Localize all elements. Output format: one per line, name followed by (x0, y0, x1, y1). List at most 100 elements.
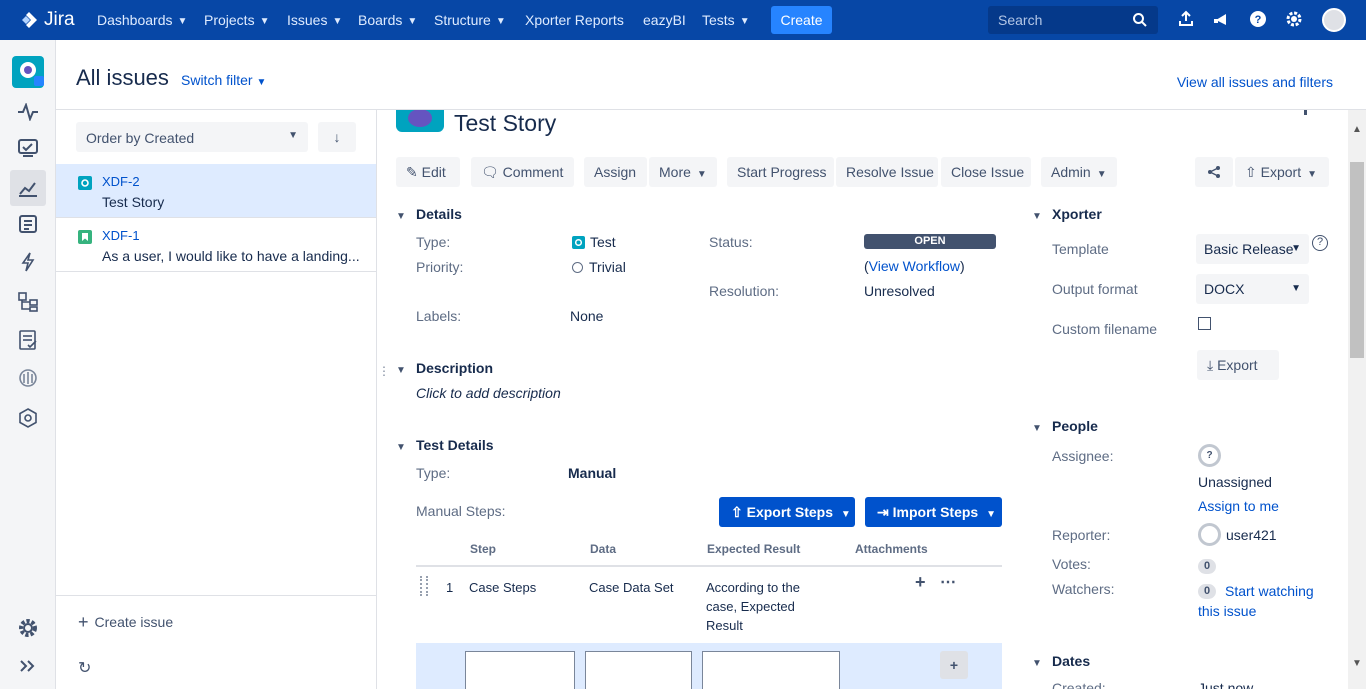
view-all-issues-link[interactable]: View all issues and filters (1177, 74, 1333, 90)
arrow-down-icon: ↓ (333, 129, 341, 145)
lightning-icon[interactable] (16, 250, 40, 274)
details-heading: Details (416, 206, 462, 222)
top-navigation: Jira Dashboards ▼ Projects ▼ Issues ▼ Board… (0, 0, 1366, 40)
resolution-label: Resolution: (709, 283, 780, 299)
refresh-icon[interactable]: ↻ (78, 658, 91, 678)
user-avatar[interactable] (1322, 8, 1346, 32)
import-steps-button[interactable]: ⇥ Import Steps ▼ (865, 497, 1002, 527)
people-section-toggle[interactable]: ▼ People (1032, 418, 1098, 434)
start-watching-link[interactable]: Start watching this issue (1198, 581, 1323, 621)
step-action[interactable]: Case Steps (469, 578, 579, 597)
output-format-select[interactable]: DOCX ▼ (1196, 274, 1309, 304)
chevron-down-icon: ▼ (1291, 243, 1301, 254)
hexagon-icon[interactable] (16, 406, 40, 430)
more-options-icon[interactable]: ⋯ (940, 572, 956, 592)
issue-title[interactable]: Test Story (454, 110, 556, 137)
new-step-expected-input[interactable] (702, 651, 840, 689)
custom-filename-label: Custom filename (1052, 321, 1158, 337)
more-actions-icon[interactable] (1304, 110, 1307, 115)
priority-label: Priority: (416, 259, 464, 275)
order-by-select[interactable]: Order by Created ▼ (76, 122, 308, 152)
scroll-down-icon[interactable]: ▼ (1352, 658, 1362, 669)
nav-boards[interactable]: Boards ▼ (358, 12, 417, 28)
export-steps-button[interactable]: ⇧ Export Steps ▼ (719, 497, 855, 527)
step-expected-result[interactable]: According to the case, Expected Result (706, 578, 821, 635)
view-workflow-link[interactable]: View Workflow (869, 258, 960, 274)
close-issue-button[interactable]: Close Issue (941, 157, 1031, 187)
project-avatar[interactable] (12, 56, 44, 88)
admin-button[interactable]: Admin ▼ (1041, 157, 1117, 187)
notifications-icon[interactable] (1213, 10, 1231, 28)
new-step-action-input[interactable] (465, 651, 575, 689)
start-progress-button[interactable]: Start Progress (727, 157, 834, 187)
nav-dashboards-label: Dashboards (97, 12, 173, 28)
nav-tests[interactable]: Tests ▼ (702, 12, 750, 28)
priority-value-text: Trivial (589, 259, 626, 275)
chevron-down-icon: ▼ (1032, 658, 1042, 669)
test-details-section-toggle[interactable]: ▼ Test Details (396, 437, 494, 453)
help-icon[interactable]: ? (1312, 235, 1328, 251)
test-type-icon (78, 176, 92, 190)
resolve-issue-button[interactable]: Resolve Issue (836, 157, 938, 187)
nav-eazybi[interactable]: eazyBI (643, 12, 686, 28)
more-button[interactable]: More ▼ (649, 157, 717, 187)
svg-text:?: ? (1255, 14, 1262, 26)
help-icon[interactable]: ? (1249, 10, 1267, 28)
scrollbar-thumb[interactable] (1350, 162, 1364, 358)
reporter-value[interactable]: user421 (1226, 527, 1277, 543)
create-button[interactable]: Create (771, 6, 832, 34)
add-step-button[interactable]: + (940, 651, 968, 679)
dates-section-toggle[interactable]: ▼ Dates (1032, 653, 1090, 669)
assignee-value: Unassigned (1198, 474, 1272, 490)
export-dropdown-button[interactable]: ⇧ Export ▼ (1235, 157, 1329, 187)
sort-direction-button[interactable]: ↓ (318, 122, 356, 152)
scroll-up-icon[interactable]: ▲ (1352, 124, 1362, 135)
nav-issues[interactable]: Issues ▼ (287, 12, 342, 28)
assign-to-me-link[interactable]: Assign to me (1198, 498, 1279, 514)
settings-icon[interactable] (1285, 10, 1303, 28)
assign-button[interactable]: Assign (584, 157, 647, 187)
labels-value[interactable]: None (570, 308, 603, 324)
template-select[interactable]: Basic Release ▼ (1196, 234, 1309, 264)
issues-icon[interactable] (16, 136, 40, 160)
share-button[interactable] (1195, 157, 1233, 187)
nav-xporter-reports[interactable]: Xporter Reports (525, 12, 624, 28)
jira-logo[interactable]: Jira (20, 9, 75, 31)
votes-count[interactable]: 0 (1198, 556, 1217, 574)
checklist-icon[interactable] (16, 328, 40, 352)
switch-filter-link[interactable]: Switch filter ▼ (181, 72, 266, 88)
details-section-toggle[interactable]: ▼ Details (396, 206, 462, 222)
structure-icon[interactable] (16, 290, 40, 314)
xporter-section-toggle[interactable]: ▼ Xporter (1032, 206, 1102, 222)
edit-button[interactable]: ✎ Edit (396, 157, 460, 187)
activity-icon[interactable] (16, 100, 40, 124)
resize-handle-icon[interactable]: ⋮ (378, 364, 390, 378)
issue-key[interactable]: XDF-2 (102, 174, 140, 189)
expand-sidebar-icon[interactable] (16, 654, 40, 678)
nav-dashboards[interactable]: Dashboards ▼ (97, 12, 187, 28)
search-input[interactable]: Search (988, 6, 1158, 34)
status-label: Status: (709, 234, 753, 250)
new-step-data-input[interactable] (585, 651, 692, 689)
upload-icon[interactable] (1177, 10, 1195, 28)
create-issue-button[interactable]: + Create issue (56, 595, 376, 645)
custom-filename-checkbox[interactable] (1198, 317, 1211, 330)
issue-key[interactable]: XDF-1 (102, 228, 140, 243)
drag-handle-icon[interactable] (420, 576, 428, 596)
xporter-export-button[interactable]: ⤓ Export (1197, 350, 1279, 380)
step-data[interactable]: Case Data Set (589, 578, 689, 597)
project-settings-icon[interactable] (16, 616, 40, 640)
issue-list-item[interactable]: XDF-1 As a user, I would like to have a … (56, 218, 376, 272)
nav-xporter-label: Xporter Reports (525, 12, 624, 28)
comment-button[interactable]: 🗨︎ Comment (471, 157, 574, 187)
xporter-icon[interactable] (16, 366, 40, 390)
nav-structure[interactable]: Structure ▼ (434, 12, 506, 28)
description-placeholder[interactable]: Click to add description (416, 385, 561, 401)
add-attachment-icon[interactable]: + (915, 572, 926, 593)
description-section-toggle[interactable]: ▼ Description (396, 360, 493, 376)
nav-projects[interactable]: Projects ▼ (204, 12, 269, 28)
detail-scrollbar[interactable]: ▲ ▼ (1348, 110, 1366, 689)
test-board-icon[interactable] (16, 212, 40, 236)
reports-icon[interactable] (16, 176, 40, 200)
issue-list-item[interactable]: XDF-2 Test Story (56, 164, 376, 218)
